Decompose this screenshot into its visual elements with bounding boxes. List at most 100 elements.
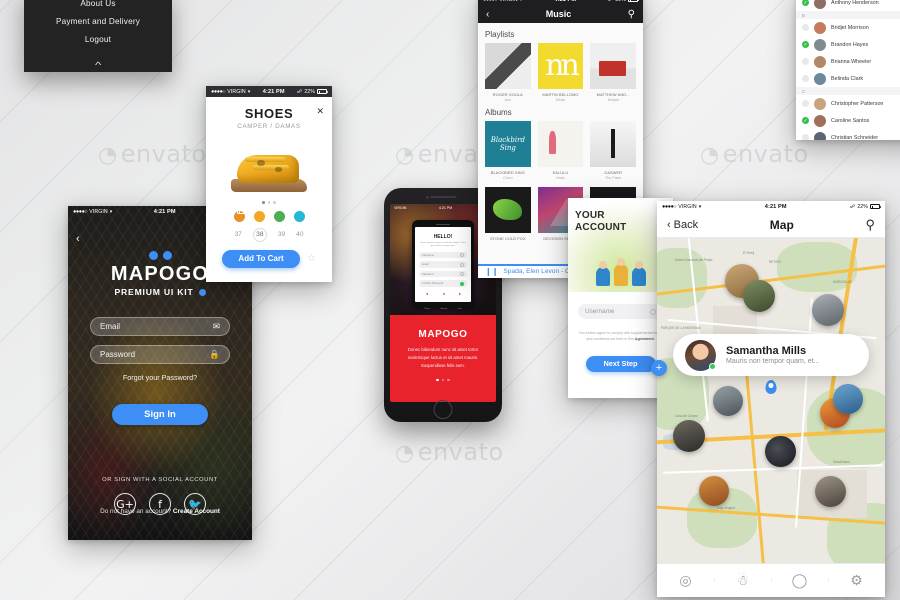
avatar	[814, 0, 826, 9]
people-icon[interactable]: ☃	[714, 572, 771, 589]
check-circle-icon[interactable]	[802, 58, 809, 65]
size-option[interactable]: 40	[296, 231, 303, 238]
search-icon[interactable]: ⚲	[865, 217, 875, 233]
map-photo-pin[interactable]	[812, 294, 844, 326]
back-button[interactable]: ‹ Back	[667, 219, 698, 231]
album-artist: Cinco	[503, 176, 513, 181]
playlist-tile[interactable]: MARTIN BELLOMO Mimic	[537, 43, 584, 102]
brand-accent-dot-icon	[198, 288, 206, 296]
circle-icon	[460, 262, 464, 267]
star-outline-icon[interactable]: ☆	[307, 253, 316, 264]
check-circle-icon[interactable]	[802, 117, 809, 124]
check-circle-icon[interactable]	[802, 0, 809, 6]
contact-name: Bridjet Morrison	[831, 24, 869, 31]
list-item[interactable]: Brandon Hayes	[796, 36, 900, 53]
password-field[interactable]: Password	[419, 270, 467, 278]
watermark: envato	[395, 438, 504, 466]
list-item[interactable]: Caroline Santos	[796, 112, 900, 129]
search-icon[interactable]: ⚲	[628, 9, 635, 20]
contact-name: Brianna Wheeler	[831, 58, 872, 65]
battery-icon	[628, 0, 639, 2]
map-photo-pin[interactable]	[833, 384, 863, 414]
back-button[interactable]: ‹	[76, 233, 252, 245]
email-field[interactable]: Email	[419, 261, 467, 268]
progress-bar[interactable]	[478, 264, 571, 266]
mini-social-item[interactable]: ● Share	[424, 291, 430, 314]
check-circle-icon[interactable]	[802, 100, 809, 107]
close-icon[interactable]: ✕	[316, 106, 324, 117]
list-item[interactable]: Brianna Wheeler	[796, 53, 900, 70]
avatar	[685, 339, 716, 371]
size-option[interactable]: 39	[278, 231, 285, 238]
username-field[interactable]: Username	[419, 251, 467, 259]
username-field[interactable]: Username	[578, 304, 663, 319]
mini-social-item[interactable]: ● Like	[458, 291, 462, 314]
confirm-password-field[interactable]: Confirm Password	[419, 280, 467, 287]
circle-icon	[650, 308, 656, 315]
gear-icon[interactable]: ⚙	[828, 572, 885, 589]
map-photo-pin[interactable]	[815, 476, 846, 507]
carrier-label: VIRGIN	[394, 206, 407, 210]
menu-item-logout[interactable]: Logout	[85, 35, 111, 44]
avatar	[814, 72, 826, 85]
email-field[interactable]: Email ✉	[90, 317, 230, 336]
check-circle-icon[interactable]	[802, 134, 809, 140]
onboarding-pager[interactable]	[390, 378, 496, 382]
watermark: envato	[98, 140, 207, 168]
bluetooth-icon: ☍	[216, 208, 223, 215]
album-name: KALULU	[552, 169, 569, 175]
playlist-tile[interactable]: ROGER GOULA Ave	[485, 43, 531, 102]
check-circle-icon[interactable]	[802, 24, 809, 31]
list-item[interactable]: Anthony Henderson	[796, 0, 900, 11]
location-pin-icon[interactable]: ◎	[657, 572, 714, 589]
album-tile[interactable]: GASWER The Fawn	[590, 121, 636, 180]
map-canvas[interactable]: Museo Nacional del Prado EI Reloj RETIRO…	[657, 238, 885, 563]
playlist-tile[interactable]: MATTHEW AND... Temple	[590, 43, 636, 102]
avatar	[814, 131, 826, 140]
map-label: RETIRO	[769, 260, 782, 264]
chevron-up-icon[interactable]: ^	[95, 60, 101, 70]
password-field[interactable]: Password 🔒	[90, 345, 230, 364]
check-circle-icon[interactable]	[802, 75, 809, 82]
user-info-card[interactable]: Samantha Mills Mauris non tempor quam, e…	[673, 334, 869, 376]
mini-social-label: Share	[424, 307, 431, 310]
battery-icon	[870, 204, 881, 209]
chat-icon[interactable]: ◯	[771, 572, 828, 589]
album-tile[interactable]: STONE COLD FOX	[485, 187, 531, 241]
map-label: EI Reloj	[743, 251, 755, 255]
location-pin-icon[interactable]	[765, 380, 777, 394]
menu-item-about-us[interactable]: About Us	[80, 0, 115, 8]
plus-icon[interactable]: +	[651, 360, 667, 376]
list-item[interactable]: Belinda Clark	[796, 70, 900, 87]
signal-dots-icon: ●●●●○	[211, 88, 226, 95]
wifi-icon: ▾	[520, 0, 523, 3]
map-photo-pin[interactable]	[765, 436, 796, 467]
back-button[interactable]: ‹	[486, 9, 489, 20]
image-pager[interactable]	[206, 201, 332, 204]
menu-item-payment-and-delivery[interactable]: Payment and Delivery	[56, 17, 140, 26]
album-tile[interactable]: KALULU Hoax	[537, 121, 584, 180]
clock-label: 4:21 PM	[554, 0, 576, 3]
agreement-link[interactable]: Agreement.	[635, 337, 655, 341]
map-photo-pin[interactable]	[713, 386, 743, 416]
size-option-selected[interactable]: 38	[252, 227, 267, 242]
map-photo-pin[interactable]	[673, 420, 705, 452]
mini-social-item[interactable]: ● Accept	[441, 291, 448, 314]
map-photo-pin[interactable]	[699, 476, 729, 506]
map-photo-pin[interactable]	[743, 280, 775, 312]
share-icon: ●	[425, 290, 429, 296]
home-button[interactable]	[433, 400, 453, 419]
album-art	[485, 121, 531, 167]
sign-in-button[interactable]: Sign In	[112, 404, 208, 425]
next-step-button[interactable]: Next Step	[585, 355, 656, 372]
check-circle-icon[interactable]	[802, 41, 809, 48]
list-item[interactable]: Christian Schneider	[796, 129, 900, 140]
create-account-link[interactable]: Create Account	[173, 508, 220, 515]
pause-icon[interactable]: ❙❙	[485, 267, 498, 276]
list-item[interactable]: Christopher Patterson	[796, 95, 900, 112]
forgot-password-link[interactable]: Forgot your Password?	[68, 373, 252, 382]
album-tile[interactable]: BLACKBIRD SING Cinco	[485, 121, 531, 180]
list-item[interactable]: Bridjet Morrison	[796, 19, 900, 36]
contacts-screen: Anthony Henderson B Bridjet Morrison Bra…	[796, 0, 900, 140]
brand-dots-icon	[68, 251, 252, 260]
